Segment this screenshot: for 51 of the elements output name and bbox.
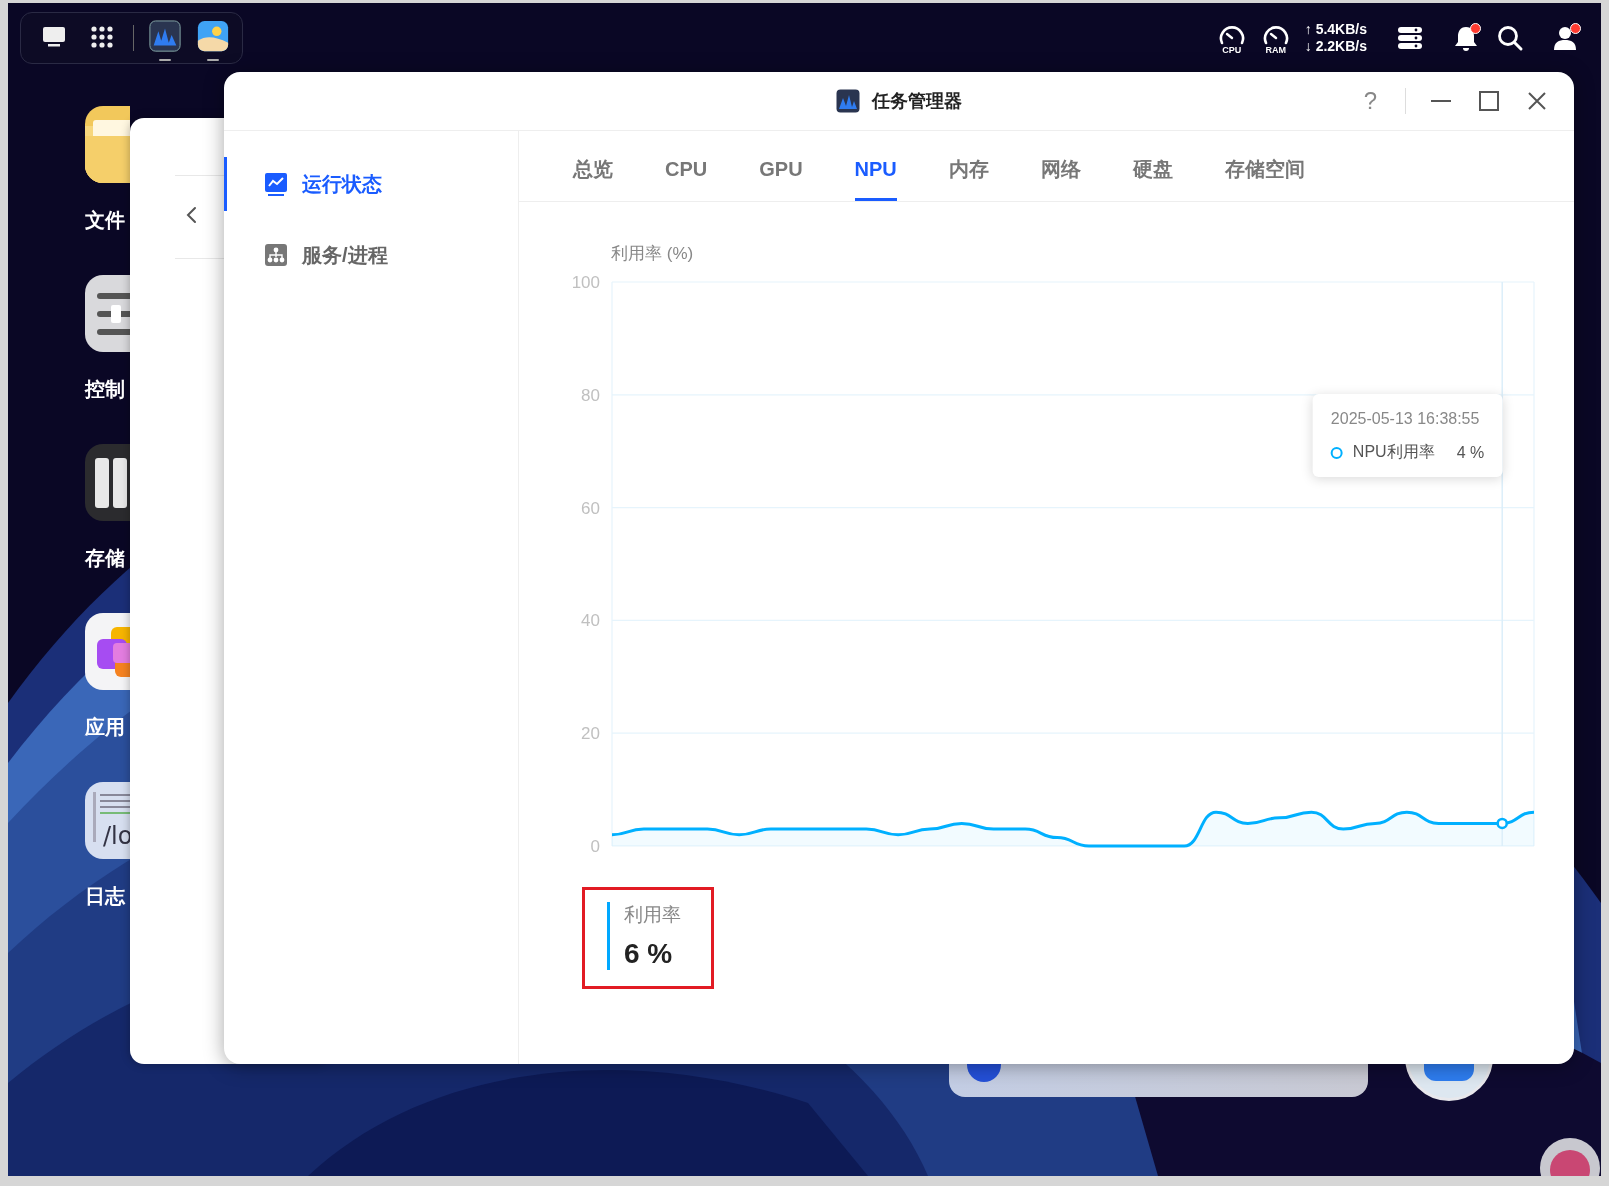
series-value: 4 % — [1456, 443, 1485, 462]
sliders-icon[interactable] — [85, 275, 130, 352]
upload-speed: ↑ 5.4KB/s — [1304, 20, 1367, 38]
hover-point — [1496, 817, 1508, 830]
sidebar-item[interactable]: 服务/进程 — [224, 228, 518, 282]
tab[interactable]: 网络 — [1040, 137, 1081, 201]
tab[interactable]: GPU — [759, 137, 803, 201]
axis-tick-label: 0 — [590, 837, 600, 856]
tab[interactable]: CPU — [665, 137, 708, 201]
tab[interactable]: 总览 — [573, 137, 613, 201]
axis-tick-label: 80 — [581, 385, 600, 405]
stat-value: 6 % — [624, 938, 674, 970]
desktop-icon-label[interactable]: 存储 — [85, 547, 128, 569]
tab[interactable]: 内存 — [948, 137, 989, 201]
tab[interactable]: NPU — [854, 137, 897, 201]
desktop-icon-label[interactable]: 文件 — [85, 209, 128, 231]
info-icon — [967, 1064, 1001, 1082]
landscape-app-icon[interactable] — [196, 19, 230, 52]
stat-label: 利用率 — [624, 903, 681, 927]
series-dot — [1330, 446, 1343, 459]
folder-icon[interactable] — [85, 106, 130, 183]
axis-title: 利用率 (%) — [611, 243, 695, 265]
axis-tick-label: 20 — [581, 724, 600, 744]
notification-toast[interactable] — [949, 1064, 1368, 1097]
app-center-icon[interactable] — [85, 613, 130, 690]
window-title: 任务管理器 — [872, 90, 962, 113]
ram-gauge[interactable]: RAM — [1260, 22, 1291, 53]
chart-app-icon[interactable] — [148, 19, 182, 52]
axis-tick-label: 40 — [581, 611, 600, 631]
drive-bay-icon[interactable] — [85, 444, 130, 521]
tab[interactable]: 存储空间 — [1224, 137, 1305, 201]
desktop-icon-label[interactable]: 日志 — [85, 885, 128, 907]
sidebar-item[interactable]: 运行状态 — [224, 157, 518, 211]
hierarchy-icon — [264, 243, 288, 267]
desktop-icon-label[interactable]: 应用 — [85, 716, 128, 738]
line-chart-icon — [264, 172, 288, 196]
desktop-icon-label[interactable]: 控制 — [85, 378, 128, 400]
tab[interactable]: 硬盘 — [1132, 137, 1173, 201]
help-button[interactable]: ? — [1357, 87, 1383, 115]
axis-tick-label: 60 — [581, 498, 600, 518]
axis-tick-label: 100 — [571, 273, 600, 292]
running-indicator — [159, 58, 171, 61]
chart-app-icon — [836, 89, 860, 113]
tooltip-time: 2025-05-13 16:38:55 — [1330, 410, 1481, 428]
series-name: NPU利用率 — [1352, 442, 1435, 462]
minimize-icon — [1429, 100, 1453, 102]
maximize-button[interactable] — [1476, 88, 1502, 114]
download-speed: ↓ 2.2KB/s — [1304, 37, 1367, 55]
cpu-gauge[interactable]: CPU — [1216, 22, 1247, 53]
maximize-icon — [1477, 89, 1501, 113]
running-indicator — [207, 58, 219, 61]
